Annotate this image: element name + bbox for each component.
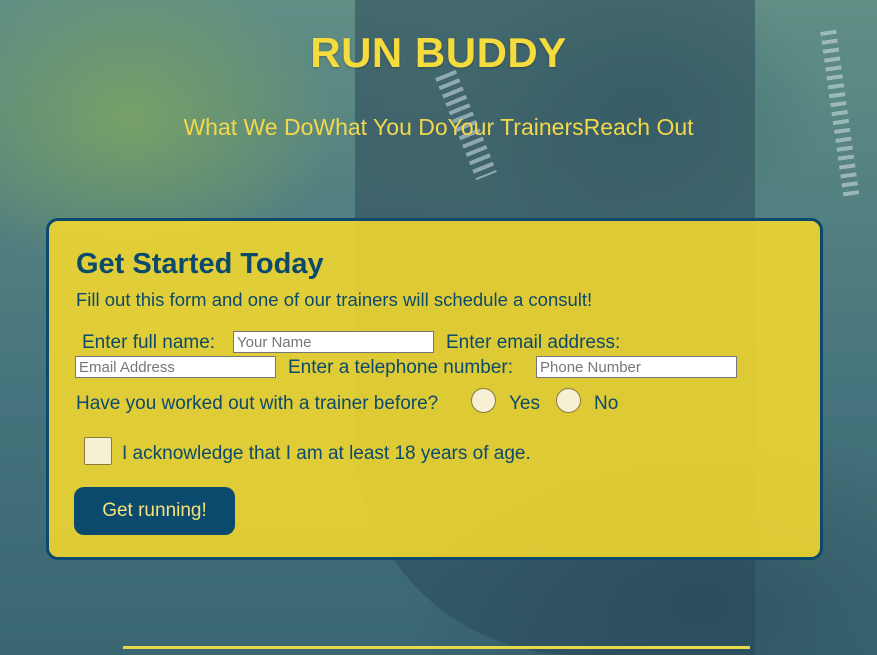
nav-link-what-we-do[interactable]: What We Do <box>183 114 313 140</box>
phone-input[interactable] <box>536 356 737 378</box>
phone-label: Enter a telephone number: <box>288 357 513 378</box>
name-label: Enter full name: <box>82 332 216 353</box>
nav-link-reach-out[interactable]: Reach Out <box>584 114 694 140</box>
no-radio[interactable] <box>556 388 581 413</box>
signup-form-card: Get Started Today Fill out this form and… <box>46 218 823 560</box>
email-input[interactable] <box>75 356 276 378</box>
form-heading: Get Started Today <box>76 248 324 280</box>
age-acknowledge-label: I acknowledge that I am at least 18 year… <box>122 443 531 464</box>
no-label: No <box>594 393 619 414</box>
form-subtitle: Fill out this form and one of our traine… <box>76 289 593 310</box>
yes-radio[interactable] <box>471 388 496 413</box>
get-running-button[interactable]: Get running! <box>74 487 235 535</box>
main-nav: What We DoWhat You DoYour TrainersReach … <box>0 114 877 141</box>
trainer-question: Have you worked out with a trainer befor… <box>76 393 439 414</box>
site-title: RUN BUDDY <box>310 29 567 76</box>
footer-divider <box>123 646 750 649</box>
nav-link-what-you-do[interactable]: What You Do <box>313 114 447 140</box>
nav-link-your-trainers[interactable]: Your Trainers <box>448 114 584 140</box>
age-acknowledge-checkbox[interactable] <box>84 437 112 465</box>
name-input[interactable] <box>233 331 434 353</box>
yes-label: Yes <box>509 393 540 414</box>
email-label: Enter email address: <box>446 332 621 353</box>
